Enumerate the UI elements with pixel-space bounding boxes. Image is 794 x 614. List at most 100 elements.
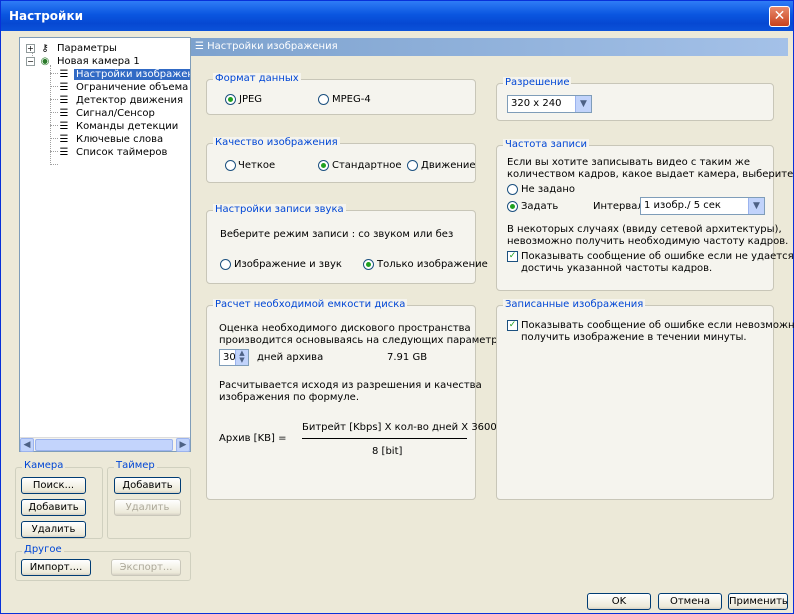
expand-icon[interactable]: +: [26, 43, 35, 53]
settings-list-icon: ☰: [59, 147, 69, 158]
panel-header: ☰ Настройки изображения: [191, 38, 788, 56]
framerate-set-radio[interactable]: [507, 201, 518, 212]
framerate-set-label: Задать: [521, 201, 559, 212]
tree-item-keywords[interactable]: ☰ Ключевые слова: [58, 133, 165, 146]
jpeg-radio[interactable]: [225, 94, 236, 105]
framerate-not-set-radio[interactable]: [507, 184, 518, 195]
settings-list-icon: ☰: [59, 108, 69, 119]
settings-list-icon: ☰: [59, 134, 69, 145]
recorded-error-label-line2: получить изображение в течении минуты.: [521, 332, 747, 343]
other-group-title: Другое: [22, 544, 64, 555]
interval-label: Интервал: [593, 201, 644, 212]
resolution-title: Разрешение: [503, 77, 572, 88]
tree-item-label: Детектор движения: [76, 95, 183, 106]
archive-days-label: дней архива: [257, 352, 324, 363]
quality-standard-radio[interactable]: [318, 160, 329, 171]
export-button[interactable]: Экспорт...: [111, 559, 181, 576]
recorded-error-label-line1: Показывать сообщение об ошибке если нево…: [521, 320, 794, 331]
tree-item-detection-commands[interactable]: ☰ Команды детекции: [58, 120, 180, 133]
key-icon: ⚷: [41, 43, 49, 54]
archive-days-spinner[interactable]: 30 ▲ ▼: [219, 349, 249, 366]
chevron-down-icon[interactable]: ▼: [575, 96, 591, 112]
formula-fraction-line: [302, 438, 467, 439]
import-button[interactable]: Импорт....: [21, 559, 91, 576]
settings-window: Настройки ✕ + ⚷ Параметры − ◉ Новая камера 1…: [0, 0, 794, 614]
tree-item-parameters[interactable]: + ⚷ Параметры: [26, 42, 119, 55]
timer-add-button[interactable]: Добавить: [114, 477, 181, 494]
settings-list-icon: ☰: [59, 82, 69, 93]
spinner-arrows-icon[interactable]: ▲ ▼: [235, 350, 248, 365]
disk-size-value: 7.91 GB: [387, 352, 428, 363]
settings-list-icon: ☰: [59, 95, 69, 106]
apply-button[interactable]: Применить: [728, 593, 788, 610]
tree-item-label: Список таймеров: [76, 147, 168, 158]
settings-list-icon: ☰: [195, 41, 208, 52]
camera-icon: ◉: [40, 56, 50, 67]
mpeg4-radio[interactable]: [318, 94, 329, 105]
tree-item-motion-detector[interactable]: ☰ Детектор движения: [58, 94, 185, 107]
tree-item-archive-limit[interactable]: ☰ Ограничение объема архи: [58, 81, 190, 94]
formula-denominator: 8 [bit]: [372, 446, 403, 457]
audio-settings-title: Настройки записи звука: [213, 204, 346, 215]
panel-title: Настройки изображения: [207, 41, 338, 52]
window-title: Настройки: [9, 9, 84, 23]
close-button[interactable]: ✕: [769, 6, 790, 27]
camera-group-title: Камера: [22, 460, 66, 471]
framerate-not-set-label: Не задано: [521, 184, 575, 195]
settings-list-icon: ☰: [59, 69, 69, 80]
scrollbar-thumb[interactable]: [35, 439, 173, 451]
quality-clear-radio[interactable]: [225, 160, 236, 171]
camera-delete-button[interactable]: Удалить: [21, 521, 86, 538]
timer-group-title: Таймер: [114, 460, 157, 471]
quality-standard-label: Стандартное: [332, 160, 402, 171]
quality-motion-radio[interactable]: [407, 160, 418, 171]
audio-with-sound-radio[interactable]: [220, 259, 231, 270]
cancel-button[interactable]: Отмена: [658, 593, 722, 610]
resolution-select[interactable]: 320 x 240 ▼: [507, 95, 592, 113]
quality-clear-label: Четкое: [238, 160, 276, 171]
data-format-box: Формат данных JPEG MPEG-4: [206, 73, 476, 115]
collapse-icon[interactable]: −: [26, 56, 35, 66]
tree-item-label: Новая камера 1: [57, 56, 140, 67]
scroll-left-icon[interactable]: ◀: [20, 438, 34, 452]
tree-item-label: Параметры: [57, 43, 117, 54]
tree-item-camera[interactable]: − ◉ Новая камера 1: [26, 55, 142, 68]
disk-capacity-box: Расчет необходимой емкости диска Оценка …: [206, 299, 516, 500]
archive-days-value: 30: [223, 352, 236, 363]
tree-item-label: Ограничение объема архи: [76, 82, 190, 93]
scroll-right-icon[interactable]: ▶: [176, 438, 190, 452]
chevron-down-icon[interactable]: ▼: [748, 198, 764, 214]
audio-image-only-radio[interactable]: [363, 259, 374, 270]
framerate-error-checkbox[interactable]: ✓: [507, 251, 518, 262]
audio-settings-box: Настройки записи звука Веберите режим за…: [206, 204, 488, 284]
navigation-tree: + ⚷ Параметры − ◉ Новая камера 1 ☰ Настройки …: [19, 37, 191, 452]
framerate-error-label-line2: достичь указанной частоты кадров.: [521, 263, 713, 274]
image-quality-title: Качество изображения: [213, 137, 340, 148]
resolution-box: Разрешение 320 x 240 ▼: [496, 77, 774, 121]
recorded-error-checkbox[interactable]: ✓: [507, 320, 518, 331]
jpeg-label: JPEG: [239, 94, 263, 105]
image-quality-box: Качество изображения Четкое Стандартное …: [206, 137, 476, 183]
timer-delete-button[interactable]: Удалить: [114, 499, 181, 516]
formula-numerator: Битрейт [Kbps] X кол-во дней X 3600 X: [302, 422, 507, 433]
quality-motion-label: Движение: [421, 160, 476, 171]
title-bar: Настройки ✕: [1, 1, 793, 31]
framerate-note-line1: В некоторых случаях (ввиду сетевой архит…: [507, 224, 782, 235]
mpeg4-label: MPEG-4: [332, 94, 371, 105]
calc-description-line2: изображения по формуле.: [219, 392, 360, 403]
tree-item-timer-list[interactable]: ☰ Список таймеров: [58, 146, 169, 159]
tree-item-image-settings[interactable]: ☰ Настройки изображения: [58, 68, 190, 81]
audio-image-only-label: Только изображение: [377, 259, 488, 270]
audio-description: Веберите режим записи : со звуком или бе…: [220, 229, 454, 240]
camera-search-button[interactable]: Поиск...: [21, 477, 86, 494]
record-framerate-title: Частота записи: [503, 139, 590, 150]
framerate-error-label-line1: Показывать сообщение об ошибке если не у…: [521, 251, 794, 262]
ok-button[interactable]: OK: [587, 593, 651, 610]
tree-item-signal-sensor[interactable]: ☰ Сигнал/Сенсор: [58, 107, 157, 120]
camera-add-button[interactable]: Добавить: [21, 499, 86, 516]
tree-item-label: Ключевые слова: [76, 134, 164, 145]
interval-select[interactable]: 1 изобр./ 5 сек ▼: [640, 197, 765, 215]
record-framerate-box: Частота записи Если вы хотите записывать…: [496, 139, 794, 291]
tree-horizontal-scrollbar[interactable]: ◀ ▶: [20, 437, 190, 452]
disk-description-line1: Оценка необходимого дискового пространст…: [219, 323, 471, 334]
